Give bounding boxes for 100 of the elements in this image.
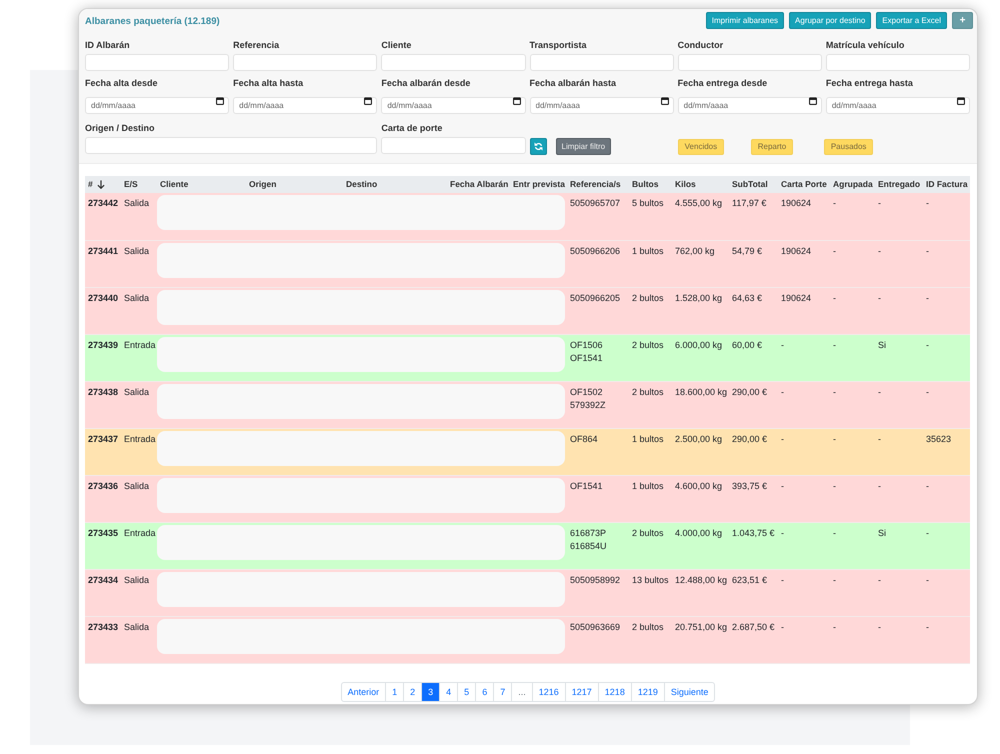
text-field[interactable] [678,54,822,71]
column-header[interactable]: ID Factura [923,176,970,193]
table-cell: 6.000,00 kg [672,334,729,381]
table-cell: 1 bultos [629,475,672,522]
table-cell: - [923,475,970,522]
clear-filter-button[interactable]: Limpiar filtro [556,138,612,155]
table-cell: 2.500,00 kg [672,428,729,475]
table-cell: 4.000,00 kg [672,522,729,569]
table-cell: Salida [121,381,157,428]
text-field[interactable] [85,137,378,154]
refresh-button[interactable] [530,138,546,155]
quick-filter-button[interactable]: Reparto [750,139,794,155]
field-label: Origen / Destino [85,123,156,134]
add-button[interactable]: + [952,12,973,29]
table-cell: - [778,381,830,428]
page-link[interactable]: 2 [403,682,422,702]
table-cell: - [875,240,923,287]
column-header[interactable]: Agrupada [830,176,875,193]
table-cell: - [875,616,923,663]
table-cell: Salida [121,193,157,240]
page-link[interactable]: 7 [493,682,512,702]
column-header[interactable]: Bultos [629,176,672,193]
page-link[interactable]: 3 [421,682,440,702]
page-link[interactable]: 5 [457,682,476,702]
table-cell: 2.687,50 € [729,616,778,663]
table-cell: OF864 [567,428,629,475]
column-header[interactable]: Entr prevista [510,176,567,193]
field-label: Fecha albarán desde [381,78,472,89]
column-header[interactable]: Kilos [672,176,729,193]
column-header[interactable]: E/S [121,176,157,193]
table-cell: 2 bultos [629,616,672,663]
table-cell: 64,63 € [729,287,778,334]
table-cell: 13 bultos [629,569,672,616]
column-header[interactable]: Entregado [875,176,923,193]
date-field[interactable]: dd/mm/aaaa [85,97,230,114]
table-cell: 5050963669 [567,616,629,663]
column-header[interactable]: Referencia/s [567,176,629,193]
text-field[interactable] [381,137,526,154]
table-cell: - [830,381,875,428]
table-cell: - [923,287,970,334]
column-header[interactable]: Origen [246,176,343,193]
text-field[interactable] [826,54,970,71]
column-header[interactable]: Cliente [157,176,246,193]
table-cell: - [778,334,830,381]
table-cell: - [923,616,970,663]
page-link[interactable]: 6 [475,682,494,702]
table-cell: 5050966206 [567,240,629,287]
action-button[interactable]: Imprimir albaranes [706,12,784,29]
column-header[interactable]: SubTotal [729,176,778,193]
quick-filter-button[interactable]: Pausados [824,139,874,155]
table-cell: Salida [121,616,157,663]
date-field[interactable]: dd/mm/aaaa [530,97,674,114]
calendar-icon [660,96,669,104]
field-label: ID Albarán [85,40,131,51]
table-cell: 12.488,00 kg [672,569,729,616]
column-header[interactable]: Destino [343,176,447,193]
table-cell: 273433 [85,616,121,663]
table-cell: - [875,475,923,522]
text-field[interactable] [381,54,526,71]
table-cell: 190624 [778,287,830,334]
column-header[interactable]: # [88,178,93,191]
field-label: Fecha albarán hasta [530,78,618,89]
page-link[interactable]: 1216 [532,682,566,702]
date-field[interactable]: dd/mm/aaaa [678,97,822,114]
table-cell: - [875,569,923,616]
table-cell: 290,00 € [729,428,778,475]
table-cell: 393,75 € [729,475,778,522]
page-link[interactable]: 1219 [630,682,665,702]
field-label: Matrícula vehículo [826,40,906,51]
next-page-link[interactable]: Siguiente [664,682,716,702]
table-cell: Salida [121,475,157,522]
table-cell: - [923,334,970,381]
page-link[interactable]: 1218 [598,682,632,702]
table-cell: 5050958992 [567,569,629,616]
date-field[interactable]: dd/mm/aaaa [233,97,378,114]
table-cell: Entrada [121,334,157,381]
table-cell: - [778,475,830,522]
table-cell: - [923,381,970,428]
text-field[interactable] [85,54,230,71]
table-cell: 273438 [85,381,121,428]
table-cell: - [875,381,923,428]
table-cell: 60,00 € [729,334,778,381]
table-cell: - [875,428,923,475]
date-field[interactable]: dd/mm/aaaa [381,97,526,114]
table-cell: OF1506 OF1541 [567,334,629,381]
previous-page-link[interactable]: Anterior [340,682,386,702]
quick-filter-button[interactable]: Vencidos [678,139,724,155]
column-header[interactable]: Fecha Albarán [447,176,510,193]
page-link[interactable]: 1 [385,682,404,702]
action-button[interactable]: Agrupar por destino [789,12,872,29]
table-cell: 273442 [85,193,121,240]
action-button[interactable]: Exportar a Excel [876,12,947,29]
text-field[interactable] [530,54,674,71]
table-cell: Entrada [121,522,157,569]
text-field[interactable] [233,54,378,71]
pagination-ellipsis: ... [511,682,533,702]
page-link[interactable]: 1217 [564,682,599,702]
column-header[interactable]: Carta Porte [778,176,830,193]
table-cell: 762,00 kg [672,240,729,287]
date-field[interactable]: dd/mm/aaaa [826,97,970,114]
